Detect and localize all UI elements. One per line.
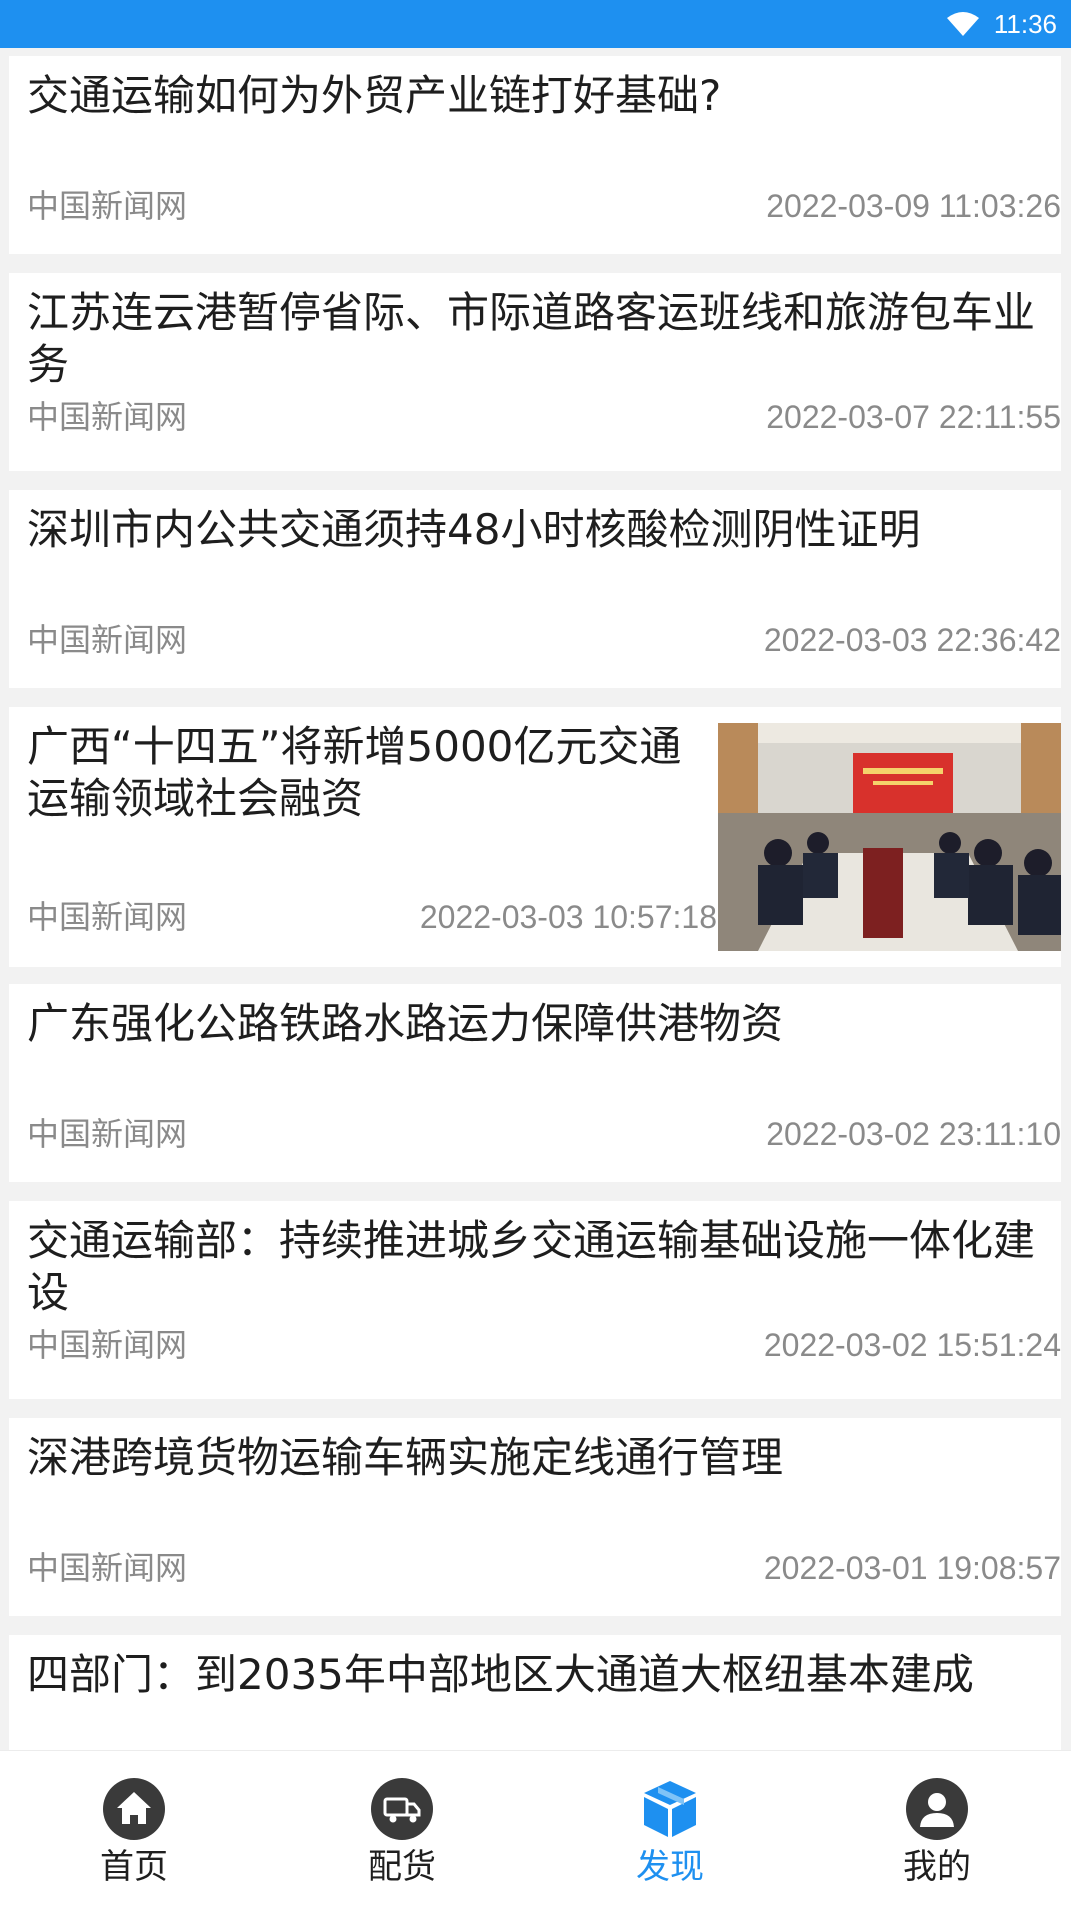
news-time: 2022-03-02 15:51:24 bbox=[763, 1327, 1061, 1363]
news-item[interactable]: 广东强化公路铁路水路运力保障供港物资 中国新闻网 2022-03-02 23:1… bbox=[9, 984, 1061, 1182]
meeting-photo bbox=[718, 723, 1061, 951]
news-item[interactable]: 四部门：到2035年中部地区大通道大枢纽基本建成 bbox=[9, 1635, 1061, 1750]
status-time: 11:36 bbox=[993, 8, 1057, 39]
cube-icon bbox=[644, 1781, 696, 1837]
news-item[interactable]: 交通运输如何为外贸产业链打好基础? 中国新闻网 2022-03-09 11:03… bbox=[9, 56, 1061, 254]
wifi-icon bbox=[946, 12, 979, 36]
news-time: 2022-03-09 11:03:26 bbox=[766, 188, 1061, 224]
user-icon bbox=[906, 1778, 968, 1840]
tab-mine[interactable]: 我的 bbox=[803, 1751, 1071, 1912]
news-source: 中国新闻网 bbox=[27, 187, 188, 225]
news-thumbnail bbox=[718, 723, 1061, 951]
news-source: 中国新闻网 bbox=[27, 1115, 188, 1153]
news-item[interactable]: 广西“十四五”将新增5000亿元交通运输领域社会融资 中国新闻网 2022-03… bbox=[9, 707, 1061, 967]
news-item[interactable]: 深港跨境货物运输车辆实施定线通行管理 中国新闻网 2022-03-01 19:0… bbox=[9, 1418, 1061, 1616]
news-source: 中国新闻网 bbox=[27, 621, 188, 659]
status-bar: 11:36 bbox=[0, 0, 1071, 48]
news-item[interactable]: 交通运输部：持续推进城乡交通运输基础设施一体化建设 中国新闻网 2022-03-… bbox=[9, 1201, 1061, 1399]
news-title: 四部门：到2035年中部地区大通道大枢纽基本建成 bbox=[27, 1650, 974, 1699]
news-source: 中国新闻网 bbox=[27, 398, 188, 436]
news-feed[interactable]: 交通运输如何为外贸产业链打好基础? 中国新闻网 2022-03-09 11:03… bbox=[0, 48, 1071, 1750]
news-title: 交通运输如何为外贸产业链打好基础? bbox=[27, 71, 722, 120]
tab-label: 配货 bbox=[368, 1847, 436, 1887]
tab-label: 我的 bbox=[903, 1847, 971, 1887]
truck-icon bbox=[371, 1778, 433, 1840]
news-time: 2022-03-07 22:11:55 bbox=[766, 399, 1061, 435]
tab-home[interactable]: 首页 bbox=[0, 1751, 268, 1912]
news-source: 中国新闻网 bbox=[27, 898, 188, 936]
tab-label: 发现 bbox=[636, 1847, 704, 1887]
news-title: 交通运输部：持续推进城乡交通运输基础设施一体化建设 bbox=[27, 1216, 1036, 1317]
news-time: 2022-03-03 22:36:42 bbox=[763, 622, 1061, 658]
news-title: 深圳市内公共交通须持48小时核酸检测阴性证明 bbox=[27, 505, 921, 554]
tab-label: 首页 bbox=[100, 1847, 168, 1887]
news-source: 中国新闻网 bbox=[27, 1549, 188, 1587]
news-title: 广西“十四五”将新增5000亿元交通运输领域社会融资 bbox=[27, 722, 682, 823]
news-title: 深港跨境货物运输车辆实施定线通行管理 bbox=[27, 1433, 784, 1482]
tab-delivery[interactable]: 配货 bbox=[268, 1751, 536, 1912]
tab-discover[interactable]: 发现 bbox=[536, 1751, 804, 1912]
home-icon bbox=[103, 1778, 165, 1840]
news-time: 2022-03-03 10:57:18 bbox=[419, 899, 717, 935]
news-time: 2022-03-01 19:08:57 bbox=[763, 1550, 1061, 1586]
news-title: 广东强化公路铁路水路运力保障供港物资 bbox=[27, 999, 784, 1048]
bottom-tab-bar: 首页 配货 发现 我的 bbox=[0, 1750, 1071, 1912]
news-source: 中国新闻网 bbox=[27, 1326, 188, 1364]
news-title: 江苏连云港暂停省际、市际道路客运班线和旅游包车业务 bbox=[27, 288, 1036, 389]
news-item[interactable]: 江苏连云港暂停省际、市际道路客运班线和旅游包车业务 中国新闻网 2022-03-… bbox=[9, 273, 1061, 471]
news-item[interactable]: 深圳市内公共交通须持48小时核酸检测阴性证明 中国新闻网 2022-03-03 … bbox=[9, 490, 1061, 688]
news-time: 2022-03-02 23:11:10 bbox=[766, 1116, 1061, 1152]
